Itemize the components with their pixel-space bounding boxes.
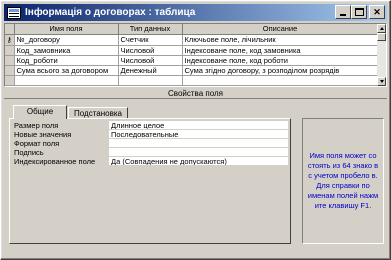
data-type-cell[interactable]: Счетчик bbox=[118, 34, 183, 46]
property-label: Формат поля bbox=[14, 139, 60, 148]
row-selector[interactable] bbox=[5, 85, 15, 86]
field-size-input[interactable]: Длинное целое bbox=[109, 121, 288, 130]
close-icon: ✕ bbox=[373, 6, 381, 17]
properties-list: Размер поля Длинное целое Новые значения… bbox=[14, 121, 288, 166]
scroll-up-button[interactable] bbox=[377, 24, 386, 33]
property-row: Индексированное поле Да (Совпадения не д… bbox=[14, 157, 288, 166]
row-selector[interactable] bbox=[5, 55, 15, 66]
indexed-input[interactable]: Да (Совпадения не допускаются) bbox=[109, 157, 288, 166]
data-type-cell[interactable]: Денежный bbox=[118, 65, 183, 76]
table-row[interactable]: Код_замовника Числовой Індексоване поле,… bbox=[5, 45, 379, 56]
arrow-down-icon bbox=[379, 80, 384, 83]
property-label: Подпись bbox=[14, 148, 44, 157]
format-input[interactable] bbox=[109, 139, 288, 148]
fields-table: Имя поля Тип данных Описание ⚷ №_договор… bbox=[5, 24, 379, 86]
header-row: Имя поля Тип данных Описание bbox=[5, 24, 379, 35]
field-properties-title: Свойства поля bbox=[4, 89, 387, 99]
data-type-cell[interactable] bbox=[118, 75, 183, 86]
description-cell[interactable] bbox=[182, 85, 379, 86]
help-text-box: Имя поля может со стоять из 64 знако в с… bbox=[302, 118, 384, 244]
table-design-window: Інформація о договорах : таблица ✕ Имя п… bbox=[0, 0, 391, 260]
field-name-cell[interactable]: Код_замовника bbox=[14, 45, 119, 56]
description-cell[interactable]: Сума згідно договору, з розподілом розря… bbox=[182, 65, 379, 76]
table-row[interactable] bbox=[5, 75, 379, 86]
arrow-up-icon bbox=[379, 27, 384, 30]
row-selector[interactable] bbox=[5, 65, 15, 76]
title-bar[interactable]: Інформація о договорах : таблица ✕ bbox=[4, 4, 387, 21]
property-label: Индексированное поле bbox=[14, 157, 96, 166]
window-controls: ✕ bbox=[335, 5, 385, 19]
table-row[interactable] bbox=[5, 85, 379, 86]
table-row[interactable]: ⚷ №_договору Счетчик Ключьове поле, лічи… bbox=[5, 34, 379, 46]
data-type-cell[interactable] bbox=[118, 85, 183, 86]
vertical-scrollbar[interactable] bbox=[377, 24, 386, 86]
property-row: Подпись bbox=[14, 148, 288, 157]
property-label: Новые значения bbox=[14, 130, 72, 139]
data-type-cell[interactable]: Числовой bbox=[118, 55, 183, 66]
field-name-cell[interactable]: Код_роботи bbox=[14, 55, 119, 66]
maximize-button[interactable] bbox=[351, 5, 367, 19]
minimize-icon bbox=[340, 14, 346, 16]
description-cell[interactable]: Ключьове поле, лічильник bbox=[182, 34, 379, 46]
property-row: Формат поля bbox=[14, 139, 288, 148]
description-cell[interactable]: Індексоване поле, код замовника bbox=[182, 45, 379, 56]
row-selector[interactable]: ⚷ bbox=[5, 34, 15, 46]
field-name-cell[interactable] bbox=[14, 85, 119, 86]
column-header-data-type[interactable]: Тип данных bbox=[118, 24, 183, 35]
row-selector[interactable] bbox=[5, 75, 15, 86]
field-name-cell[interactable]: №_договору bbox=[14, 34, 119, 46]
scroll-down-button[interactable] bbox=[377, 77, 386, 86]
tab-general[interactable]: Общие bbox=[13, 105, 67, 119]
general-properties-panel: Размер поля Длинное целое Новые значения… bbox=[9, 118, 291, 244]
property-row: Новые значения Последовательные bbox=[14, 130, 288, 139]
scroll-thumb[interactable] bbox=[377, 33, 386, 41]
window-title: Інформація о договорах : таблица bbox=[25, 7, 196, 18]
table-icon[interactable] bbox=[7, 6, 21, 19]
row-selector[interactable] bbox=[5, 45, 15, 56]
table-row[interactable]: Сума всього за договором Денежный Сума з… bbox=[5, 65, 379, 76]
minimize-button[interactable] bbox=[335, 5, 351, 19]
field-name-cell[interactable] bbox=[14, 75, 119, 86]
close-button[interactable]: ✕ bbox=[369, 5, 385, 19]
help-text: Имя поля может со стоять из 64 знако в с… bbox=[307, 151, 379, 210]
maximize-icon bbox=[354, 8, 364, 16]
caption-input[interactable] bbox=[109, 148, 288, 157]
column-header-description[interactable]: Описание bbox=[182, 24, 379, 35]
table-row[interactable]: Код_роботи Числовой Індексоване поле, ко… bbox=[5, 55, 379, 66]
column-header-field-name[interactable]: Имя поля bbox=[14, 24, 119, 35]
new-values-input[interactable]: Последовательные bbox=[109, 130, 288, 139]
description-cell[interactable]: Індексоване поле, код роботи bbox=[182, 55, 379, 66]
field-design-grid: Имя поля Тип данных Описание ⚷ №_договор… bbox=[4, 23, 387, 87]
description-cell[interactable] bbox=[182, 75, 379, 86]
row-selector-header[interactable] bbox=[5, 24, 15, 35]
primary-key-icon: ⚷ bbox=[6, 36, 12, 44]
property-row: Размер поля Длинное целое bbox=[14, 121, 288, 130]
field-name-cell[interactable]: Сума всього за договором bbox=[14, 65, 119, 76]
data-type-cell[interactable]: Числовой bbox=[118, 45, 183, 56]
property-label: Размер поля bbox=[14, 121, 59, 130]
